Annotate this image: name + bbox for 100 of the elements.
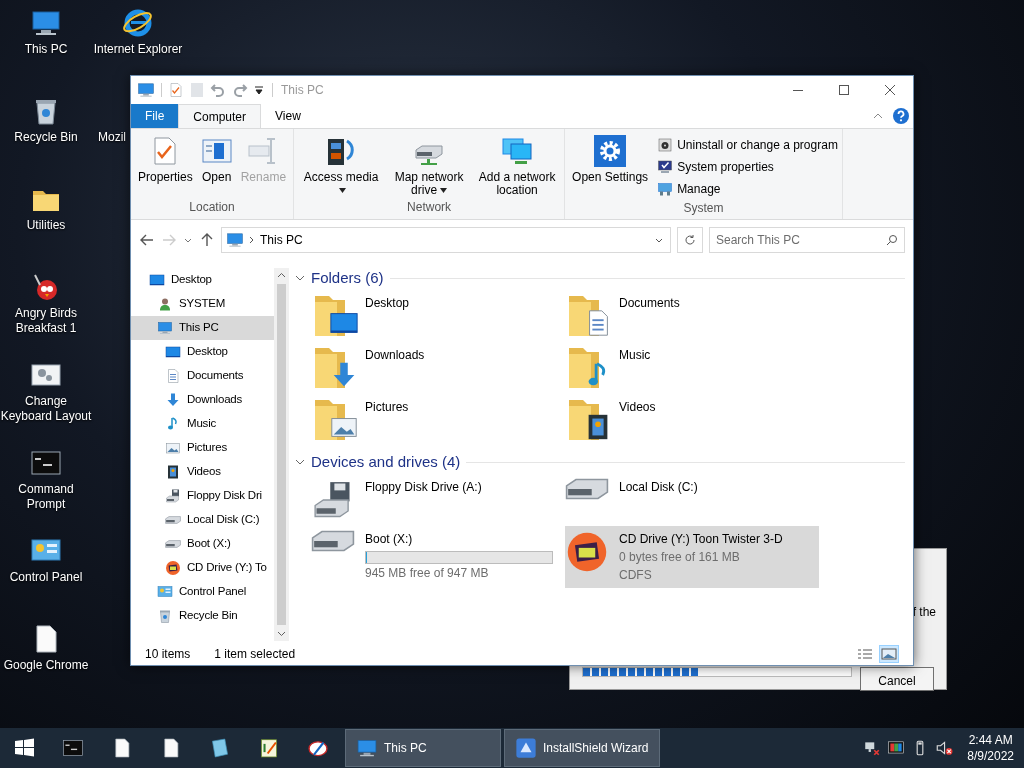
caret-icon (339, 188, 347, 194)
nav-tree-item[interactable]: Boot (X:) (131, 532, 274, 556)
undo-icon[interactable] (210, 82, 226, 98)
ribbon-button[interactable]: Access media (298, 135, 385, 198)
desktop-icon-label[interactable]: Control Panel (9, 570, 83, 585)
clock[interactable]: 2:44 AM 8/9/2022 (967, 732, 1014, 764)
download-arrow-icon (165, 392, 181, 408)
back-arrow-icon[interactable] (139, 232, 155, 248)
color-display-icon (887, 739, 906, 757)
nav-tree-item[interactable]: CD Drive (Y:) To (131, 556, 274, 580)
desktop-icon-label[interactable]: Mozil (98, 130, 126, 145)
tray-icon[interactable] (935, 739, 954, 757)
installer-icon (515, 737, 537, 759)
drive-tile[interactable]: CD Drive (Y:) Toon Twister 3-D 0 bytes free of 161 MB CDFS (565, 526, 819, 588)
disc-icon (165, 560, 181, 576)
ribbon-button[interactable]: Properties (135, 135, 196, 198)
folder-tile[interactable]: Pictures (311, 394, 565, 446)
nav-tree-item[interactable]: Documents (131, 364, 274, 388)
taskbar-task-button[interactable]: This PC (345, 729, 501, 767)
hard-drive-icon (165, 516, 181, 524)
search-field[interactable]: Search This PC (709, 227, 905, 253)
ribbon-button[interactable]: Map network drive (386, 135, 473, 198)
desktop-icon-label[interactable]: This PC (24, 42, 68, 57)
nav-tree-item[interactable]: Pictures (131, 436, 274, 460)
ribbon-button[interactable]: Open (197, 135, 236, 198)
desktop-icon-label[interactable]: Change Keyboard Layout (0, 394, 92, 424)
monitor-check-icon (657, 159, 674, 175)
ribbon-tab[interactable]: File (131, 104, 179, 128)
drive-tile[interactable]: Floppy Disk Drive (A:) (311, 474, 565, 526)
folder-tile[interactable]: Downloads (311, 342, 565, 394)
recycle-bin-icon (157, 608, 173, 624)
nav-tree-item[interactable]: Control Panel (131, 580, 274, 604)
tray-icon[interactable] (863, 739, 882, 757)
folder-tile[interactable]: Documents (565, 290, 819, 342)
folder-tile[interactable]: Videos (565, 394, 819, 446)
ribbon-tab[interactable]: Computer (178, 104, 262, 128)
folder-icon (315, 346, 345, 390)
nav-tree-item[interactable]: Local Disk (C:) (131, 508, 274, 532)
scrollbar[interactable] (274, 268, 289, 641)
large-icons-view-button[interactable] (879, 645, 899, 663)
tray-icon[interactable] (887, 739, 906, 757)
desktop-icon-label[interactable]: Google Chrome (3, 658, 89, 673)
ribbon-button[interactable]: Add a network location (474, 135, 561, 198)
item-name: Downloads (365, 347, 425, 364)
drive-tile[interactable]: Local Disk (C:) (565, 474, 819, 526)
refresh-icon (684, 234, 696, 246)
item-name: Videos (619, 399, 656, 416)
collapse-ribbon-icon[interactable] (873, 112, 883, 120)
drive-tile[interactable]: Boot (X:) 945 MB free of 947 MB (311, 526, 565, 588)
document-icon (165, 368, 181, 384)
user-icon (157, 296, 173, 312)
terminal-icon (61, 737, 84, 759)
desktop-icon-label[interactable]: Utilities (26, 218, 66, 233)
cancel-button[interactable]: Cancel (860, 667, 934, 691)
nav-tree-item[interactable]: Recycle Bin (131, 604, 274, 628)
drive-detail: 0 bytes free of 161 MB (619, 549, 741, 566)
nav-tree-item[interactable]: Downloads (131, 388, 274, 412)
nav-tree-item[interactable]: Videos (131, 460, 274, 484)
nav-tree-item[interactable]: Desktop (131, 268, 274, 292)
computer-icon (157, 320, 173, 336)
chevron-down-icon[interactable] (295, 273, 305, 283)
nav-tree-item[interactable]: This PC (131, 316, 274, 340)
nav-tree-item[interactable]: Floppy Disk Dri (131, 484, 274, 508)
caret-icon (440, 188, 448, 194)
ribbon-group-label: Location (188, 199, 236, 216)
nav-tree-item[interactable]: Desktop (131, 340, 274, 364)
settings-icon (594, 135, 627, 167)
ribbon-small-button[interactable]: Manage (657, 179, 838, 199)
taskbar-task-button[interactable]: InstallShield Wizard (504, 729, 660, 767)
hard-drive-icon (165, 540, 181, 548)
network-monitors-icon (501, 135, 534, 167)
nav-tree-item[interactable]: Music (131, 412, 274, 436)
chevron-down-icon[interactable] (295, 457, 305, 467)
folder-tile[interactable]: Desktop (311, 290, 565, 342)
ribbon-small-button[interactable]: Uninstall or change a program (657, 135, 838, 155)
desktop-icon-label[interactable]: Angry Birds Breakfast 1 (0, 306, 92, 336)
desktop-icon-label[interactable]: Internet Explorer (93, 42, 183, 57)
ribbon-button[interactable]: Open Settings (569, 135, 652, 199)
help-icon[interactable] (893, 108, 909, 124)
address-text: This PC (260, 232, 303, 249)
section-heading: Folders (6) (311, 267, 384, 288)
item-name: Floppy Disk Drive (A:) (365, 479, 482, 496)
redo-icon[interactable] (232, 82, 248, 98)
nav-tree-item[interactable]: SYSTEM (131, 292, 274, 316)
picture-icon (165, 440, 181, 456)
desktop-icon-label[interactable]: Recycle Bin (14, 130, 78, 145)
refresh-button[interactable] (677, 227, 703, 253)
folder-tile[interactable]: Music (565, 342, 819, 394)
network-off-icon (863, 739, 882, 757)
desktop-icon (149, 272, 165, 288)
window-title: This PC (281, 82, 324, 99)
address-bar[interactable]: This PC (221, 227, 671, 253)
up-arrow-icon[interactable] (199, 232, 215, 248)
dropdown-icon[interactable] (254, 85, 264, 95)
hard-drive-icon (311, 530, 355, 552)
ribbon-tab[interactable]: View (261, 104, 315, 128)
properties-icon (168, 82, 184, 98)
ribbon-small-button[interactable]: System properties (657, 157, 838, 177)
desktop-icon-label[interactable]: Command Prompt (0, 482, 92, 512)
item-name: Documents (619, 295, 680, 312)
